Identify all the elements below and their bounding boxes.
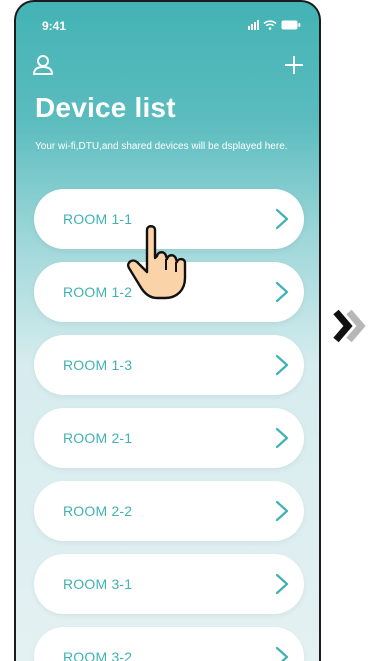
status-bar: 9:41	[16, 2, 319, 42]
device-item-room-3-1[interactable]: ROOM 3-1	[34, 554, 304, 614]
wifi-icon	[263, 20, 277, 30]
device-item-room-3-2[interactable]: ROOM 3-2	[34, 627, 304, 661]
battery-icon	[281, 20, 301, 30]
device-label: ROOM 3-2	[63, 649, 133, 661]
chevron-right-icon	[275, 500, 289, 522]
chevron-right-icon	[275, 646, 289, 661]
chevron-right-icon	[275, 427, 289, 449]
device-item-room-2-1[interactable]: ROOM 2-1	[34, 408, 304, 468]
tap-hand-icon	[127, 225, 187, 300]
phone-frame: 9:41 Device list Your wi-fi,DTU,and shar…	[14, 0, 321, 661]
user-icon[interactable]	[32, 54, 54, 76]
device-label: ROOM 2-1	[63, 430, 133, 446]
device-item-room-1-3[interactable]: ROOM 1-3	[34, 335, 304, 395]
page-subtitle: Your wi-fi,DTU,and shared devices will b…	[35, 141, 288, 152]
status-icons	[248, 20, 301, 30]
double-chevron-right-icon	[333, 309, 366, 343]
device-label: ROOM 3-1	[63, 576, 133, 592]
signal-icon	[248, 20, 259, 30]
plus-icon[interactable]	[283, 54, 305, 76]
chevron-right-icon	[275, 208, 289, 230]
page-title: Device list	[35, 92, 176, 123]
device-item-room-2-2[interactable]: ROOM 2-2	[34, 481, 304, 541]
chevron-right-icon	[275, 354, 289, 376]
device-label: ROOM 1-3	[63, 357, 133, 373]
device-label: ROOM 2-2	[63, 503, 133, 519]
chevron-right-icon	[275, 281, 289, 303]
chevron-right-icon	[275, 573, 289, 595]
status-time: 9:41	[42, 19, 67, 33]
